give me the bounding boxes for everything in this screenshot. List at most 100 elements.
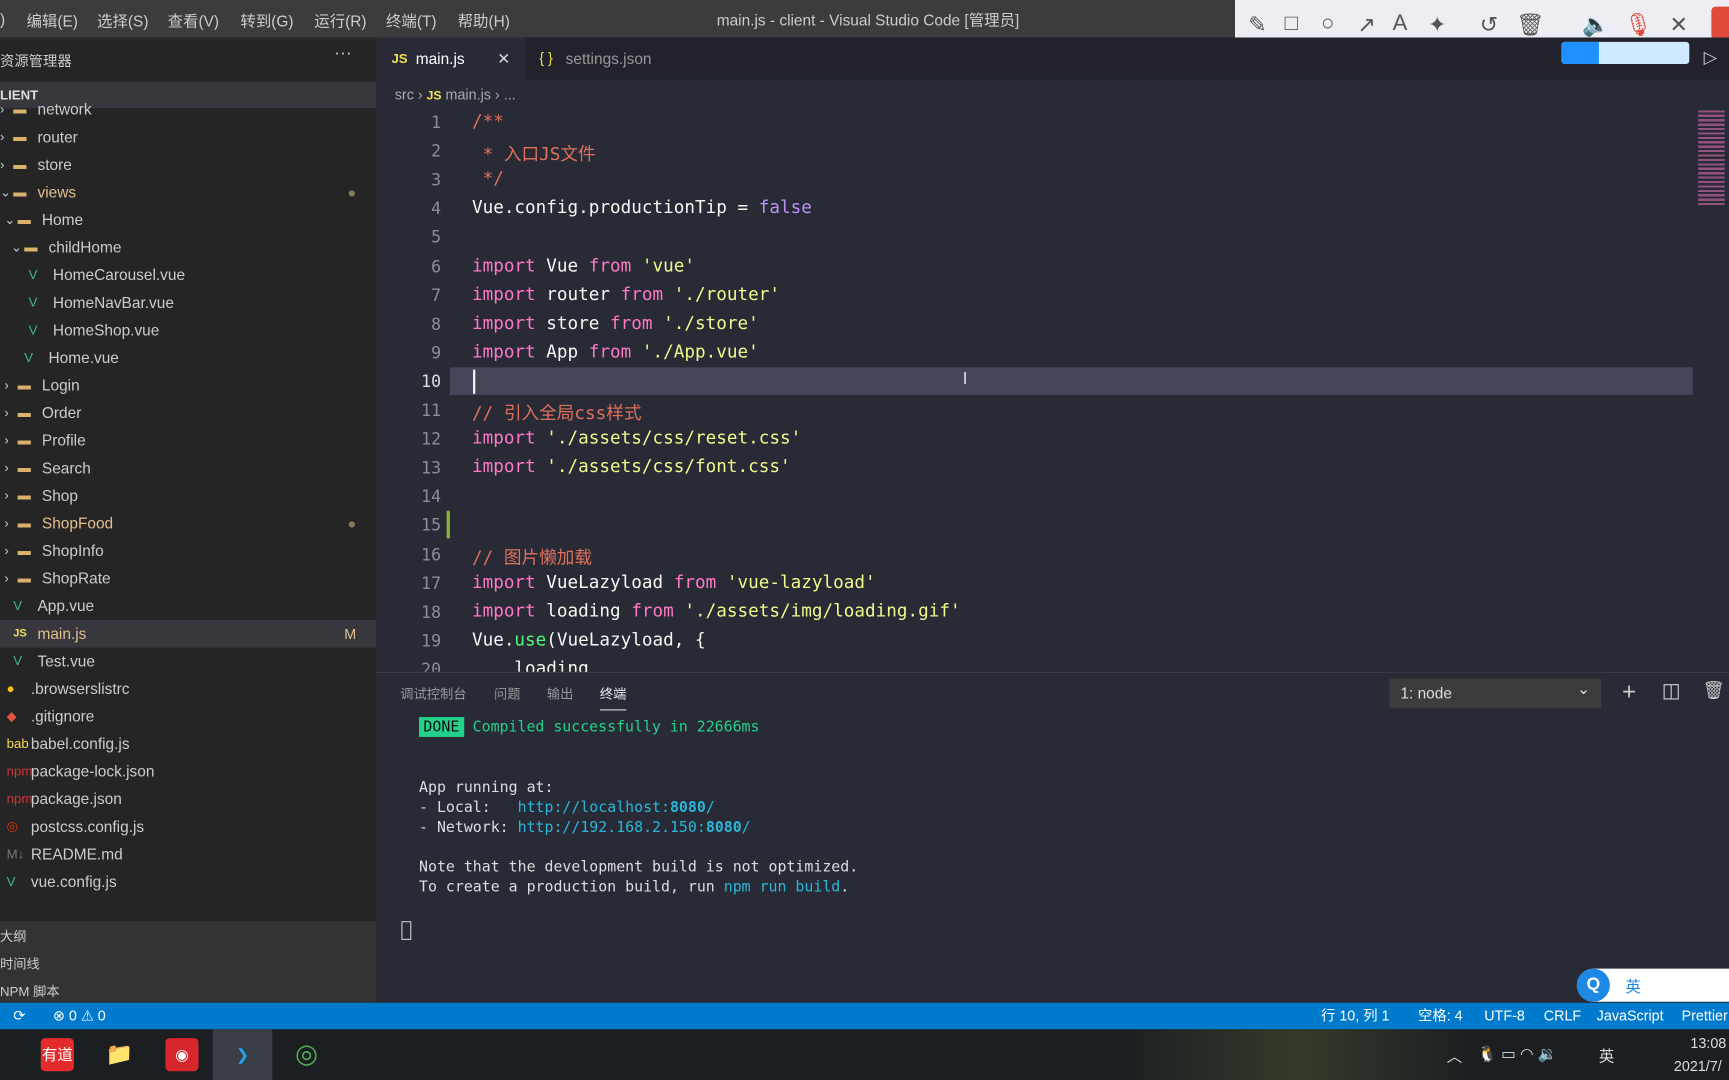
tab-debug-console[interactable]: 调试控制台	[400, 684, 466, 703]
taskbar-app-youdao[interactable]: 有道	[40, 1038, 74, 1072]
tab-settings-json[interactable]: { } settings.json	[526, 38, 689, 80]
arrow-icon[interactable]: ↗	[1357, 11, 1375, 39]
menu-item[interactable]: 选择(S)	[97, 10, 148, 32]
undo-icon[interactable]: ↺	[1480, 11, 1498, 39]
network-url-link[interactable]: http://192.168.2.150:8080/	[518, 819, 751, 837]
terminal-select[interactable]: 1: node ⌄	[1389, 678, 1602, 709]
outline-section[interactable]: 大纲	[0, 927, 26, 946]
tree-item[interactable]: › ▬ Profile	[0, 427, 376, 455]
pencil-icon[interactable]: ✎	[1248, 11, 1266, 39]
trash-icon[interactable]: 🗑	[1516, 11, 1544, 39]
code-line[interactable]: */	[472, 168, 504, 189]
chevron-icon[interactable]: ›	[4, 537, 8, 565]
menu-item[interactable]: 帮助(H)	[458, 10, 510, 32]
tree-item[interactable]: › ▬ Search	[0, 455, 376, 483]
chevron-icon[interactable]: ⌄	[0, 179, 11, 207]
kill-terminal-icon[interactable]: 🗑	[1703, 680, 1725, 702]
menu-item[interactable]: 转到(G)	[240, 10, 293, 32]
tray-ime-language[interactable]: 英	[1599, 1045, 1614, 1067]
taskbar-app-netease-music[interactable]: ◉	[165, 1038, 199, 1072]
tree-item[interactable]: ● .browserslistrc	[0, 675, 376, 703]
tree-item[interactable]: › ▬ Login	[0, 372, 376, 400]
taskbar-app-file-explorer[interactable]: 📁	[103, 1038, 136, 1071]
tree-item[interactable]: ⌄ ▬ Home	[0, 206, 376, 234]
chevron-icon[interactable]: ›	[4, 455, 8, 483]
tree-item[interactable]: V Home.vue	[0, 344, 376, 372]
mic-muted-icon[interactable]: 🎙	[1624, 11, 1652, 39]
tree-item[interactable]: V App.vue	[0, 592, 376, 620]
tree-item[interactable]: npm package-lock.json	[0, 758, 376, 786]
tree-item[interactable]: › ▬ network	[0, 96, 376, 124]
tray-icons[interactable]: 🐧 ▭ ◠ 🔉	[1478, 1045, 1557, 1064]
tree-item[interactable]: › ▬ ShopRate	[0, 565, 376, 593]
chevron-icon[interactable]: ›	[4, 427, 8, 455]
chevron-icon[interactable]: ›	[4, 510, 8, 538]
language-mode[interactable]: JavaScript	[1597, 1003, 1664, 1029]
problems-indicator[interactable]: ⊗ 0 ⚠ 0	[53, 1003, 106, 1029]
encoding[interactable]: UTF-8	[1484, 1003, 1525, 1029]
tree-item[interactable]: › ▬ ShopFood ●	[0, 510, 376, 538]
breadcrumb-file[interactable]: main.js	[446, 86, 491, 103]
menu-item[interactable]: 运行(R)	[314, 10, 366, 32]
tree-item[interactable]: Vvue.config.js	[0, 868, 376, 896]
indentation[interactable]: 空格: 4	[1418, 1003, 1463, 1029]
menu-item[interactable]: 查看(V)	[168, 10, 219, 32]
tree-item[interactable]: ◆ .gitignore	[0, 703, 376, 731]
chevron-icon[interactable]: ›	[0, 96, 4, 124]
code-line[interactable]: // 引入全局css样式	[472, 398, 642, 424]
code-line[interactable]: // 图片懒加载	[472, 542, 592, 568]
chevron-icon[interactable]: ›	[0, 151, 4, 179]
more-actions-button[interactable]: ···	[334, 44, 352, 64]
code-line[interactable]: import loading from './assets/img/loadin…	[472, 600, 961, 621]
tree-item[interactable]: V HomeNavBar.vue	[0, 289, 376, 317]
tree-item[interactable]: ⌄ ▬ views ●	[0, 179, 376, 207]
chevron-icon[interactable]: ›	[4, 482, 8, 510]
breadcrumb-symbol[interactable]: ...	[504, 86, 516, 103]
code-line[interactable]: import Vue from 'vue'	[472, 254, 695, 275]
ime-toolbar[interactable]: Q 英	[1576, 968, 1729, 1002]
chevron-icon[interactable]: ⌄	[11, 234, 22, 262]
code-line[interactable]: import router from './router'	[472, 283, 780, 304]
code-line[interactable]: import App from './App.vue'	[472, 341, 759, 362]
clock-time[interactable]: 13:08	[1690, 1035, 1726, 1052]
upload-widget[interactable]	[1561, 41, 1690, 64]
code-line[interactable]: /**	[472, 110, 504, 131]
chevron-icon[interactable]: ›	[4, 565, 8, 593]
tree-item[interactable]: ◎ postcss.config.js	[0, 813, 376, 841]
text-icon[interactable]: A	[1393, 11, 1408, 36]
tree-item[interactable]: V HomeCarousel.vue	[0, 261, 376, 289]
split-terminal-icon[interactable]: ◫	[1662, 680, 1681, 703]
magic-wand-icon[interactable]: ✦	[1428, 11, 1446, 39]
clock-date[interactable]: 2021/7/	[1674, 1058, 1722, 1075]
tree-item[interactable]: V HomeShop.vue	[0, 317, 376, 345]
tree-item[interactable]: npm package.json	[0, 785, 376, 813]
tree-item[interactable]: › ▬ store	[0, 151, 376, 179]
code-line[interactable]: Vue.config.productionTip = false	[472, 197, 812, 218]
tab-output[interactable]: 输出	[547, 684, 573, 703]
close-icon[interactable]: ✕	[1669, 11, 1687, 39]
tree-item[interactable]: › ▬ ShopInfo	[0, 537, 376, 565]
code-line[interactable]: import VueLazyload from 'vue-lazyload'	[472, 571, 876, 592]
minimap[interactable]	[1698, 110, 1725, 208]
ime-language[interactable]: 英	[1625, 975, 1640, 997]
code-line[interactable]: import './assets/css/reset.css'	[472, 427, 801, 448]
tree-item[interactable]: ⌄ ▬ childHome	[0, 234, 376, 262]
speaker-icon[interactable]: 🔈	[1582, 11, 1609, 39]
code-line[interactable]: * 入口JS文件	[472, 139, 596, 165]
tray-expand-icon[interactable]: ︿	[1447, 1045, 1462, 1067]
line-ending[interactable]: CRLF	[1544, 1003, 1581, 1029]
tab-main-js[interactable]: JS main.js ✕	[376, 37, 526, 80]
tree-item[interactable]: bab babel.config.js	[0, 730, 376, 758]
run-icon[interactable]: ▷	[1704, 46, 1718, 68]
prettier-status[interactable]: Prettier	[1682, 1003, 1728, 1029]
tree-item[interactable]: M↓ README.md	[0, 841, 376, 869]
rectangle-icon[interactable]: □	[1285, 11, 1298, 36]
tree-item[interactable]: JS main.js M	[0, 619, 377, 648]
chevron-icon[interactable]: ›	[4, 399, 8, 427]
circle-icon[interactable]: ○	[1321, 11, 1334, 36]
sync-icon[interactable]: ⟳	[13, 1003, 25, 1029]
taskbar-app-vscode[interactable]: ❯	[212, 1029, 273, 1080]
chevron-icon[interactable]: ›	[0, 124, 4, 152]
tab-problems[interactable]: 问题	[494, 684, 520, 703]
menu-file-fragment[interactable]: )	[0, 10, 5, 28]
